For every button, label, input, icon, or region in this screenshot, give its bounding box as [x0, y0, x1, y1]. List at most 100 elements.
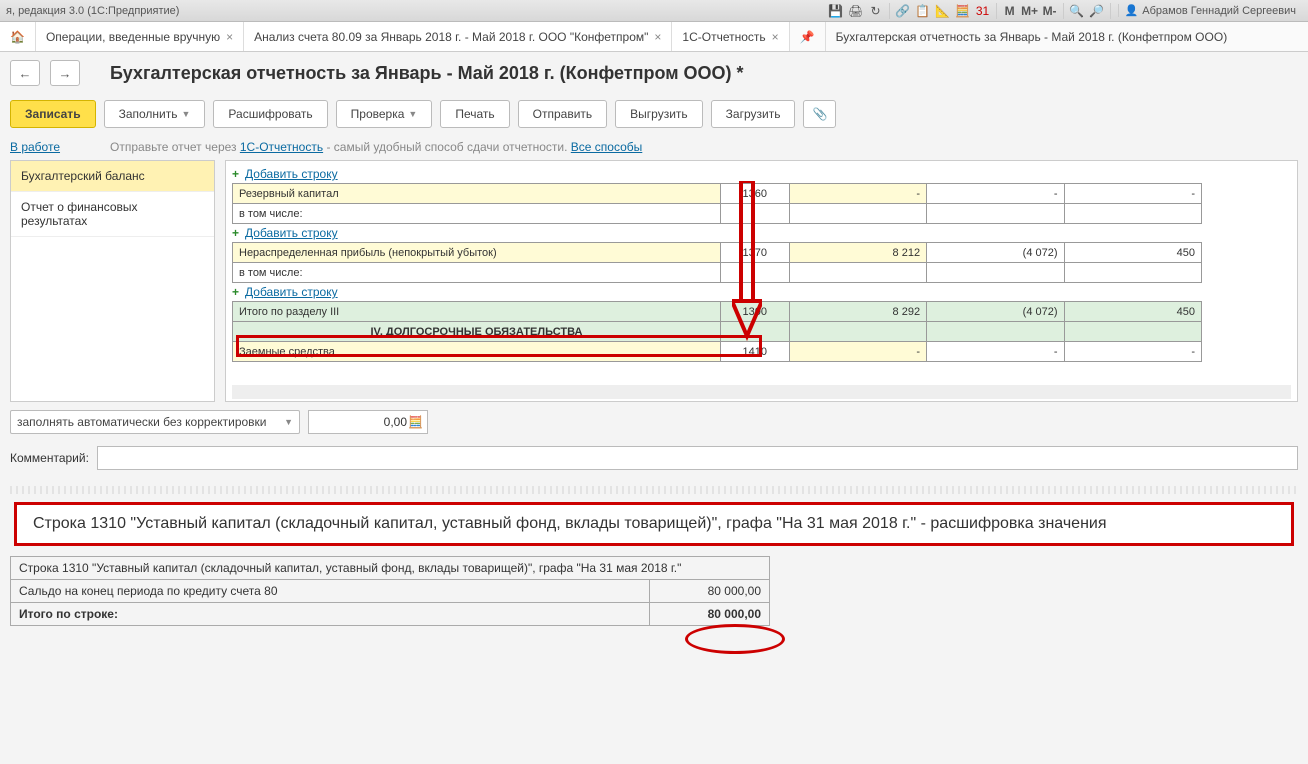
zoom-tool-icon[interactable]: 🔎 — [1088, 2, 1106, 20]
row-val: 450 — [1064, 243, 1201, 263]
close-icon[interactable]: × — [654, 30, 661, 44]
table-row: в том числе: — [233, 263, 1202, 283]
tab-analysis[interactable]: Анализ счета 80.09 за Январь 2018 г. - М… — [244, 22, 672, 51]
upload-button[interactable]: Выгрузить — [615, 100, 703, 128]
horizontal-scrollbar[interactable] — [232, 385, 1291, 399]
value-input[interactable]: 0,00 🧮 — [308, 410, 428, 434]
table-row: Итого по строке: 80 000,00 — [11, 603, 770, 626]
refresh-icon[interactable]: ↻ — [867, 2, 885, 20]
breakdown-header: Строка 1310 "Уставный капитал (складочны… — [11, 557, 770, 580]
home-icon: 🏠 — [10, 30, 25, 44]
chevron-down-icon: ▼ — [284, 417, 293, 427]
btn-label: Выгрузить — [630, 107, 688, 121]
calculator-icon[interactable]: 🧮 — [954, 2, 972, 20]
row-val: - — [927, 342, 1064, 362]
row-val[interactable]: - — [789, 342, 926, 362]
table-row-total[interactable]: Итого по разделу III 1300 8 292 (4 072) … — [233, 302, 1202, 322]
app-titlebar: я, редакция 3.0 (1С:Предприятие) 💾 🖨 ↻ 🔗… — [0, 0, 1308, 22]
attach-button[interactable]: 📎 — [803, 100, 836, 128]
back-button[interactable]: ← — [10, 60, 40, 86]
add-row-link-3[interactable]: +Добавить строку — [232, 285, 1291, 299]
plus-icon: + — [232, 285, 239, 299]
print-icon[interactable]: 🖨 — [847, 2, 865, 20]
home-tab[interactable]: 🏠 — [0, 22, 36, 51]
link-icon[interactable]: 🔗 — [894, 2, 912, 20]
pin-tab[interactable]: 📌 — [790, 22, 826, 51]
tab-accounting-report[interactable]: Бухгалтерская отчетность за Январь - Май… — [826, 22, 1308, 51]
footer-controls: заполнять автоматически без корректировк… — [10, 402, 1298, 442]
add-row-link-1[interactable]: +Добавить строку — [232, 167, 1291, 181]
status-link[interactable]: В работе — [10, 140, 60, 154]
table-row[interactable]: Резервный капитал 1360 - - - — [233, 184, 1202, 204]
table-row[interactable]: Нераспределенная прибыль (непокрытый убы… — [233, 243, 1202, 263]
breakdown-title: Строка 1310 "Уставный капитал (складочны… — [33, 515, 1107, 532]
btn-label: Записать — [25, 107, 81, 121]
row-code: 1300 — [720, 302, 789, 322]
report-sections-list: Бухгалтерский баланс Отчет о финансовых … — [10, 160, 215, 402]
close-icon[interactable]: × — [772, 30, 779, 44]
annotation-ellipse — [685, 624, 785, 654]
row-code: 1410 — [720, 342, 789, 362]
user-icon: 👤 — [1125, 4, 1139, 17]
row-name[interactable]: Резервный капитал — [233, 184, 721, 204]
row-name[interactable]: Заемные средства — [233, 342, 721, 362]
decode-button[interactable]: Расшифровать — [213, 100, 327, 128]
forward-button[interactable]: → — [50, 60, 80, 86]
comment-label: Комментарий: — [10, 451, 89, 465]
zoom-in-icon[interactable]: 🔍 — [1068, 2, 1086, 20]
tab-label: Операции, введенные вручную — [46, 30, 220, 44]
add-row-link-2[interactable]: +Добавить строку — [232, 226, 1291, 240]
breakdown-value: 80 000,00 — [650, 580, 770, 603]
check-button[interactable]: Проверка▼ — [336, 100, 433, 128]
row-sub: в том числе: — [233, 204, 721, 224]
row-val[interactable]: 8 212 — [789, 243, 926, 263]
balance-table: Итого по разделу III 1300 8 292 (4 072) … — [232, 301, 1202, 362]
hint-link-all[interactable]: Все способы — [571, 140, 643, 154]
section-balance[interactable]: Бухгалтерский баланс — [11, 161, 214, 192]
section-finresults[interactable]: Отчет о финансовых результатах — [11, 192, 214, 237]
splitter[interactable] — [10, 486, 1298, 494]
zoom-mminus-icon[interactable]: M- — [1041, 2, 1059, 20]
txt: - самый удобный способ сдачи отчетности. — [323, 140, 571, 154]
fill-button[interactable]: Заполнить▼ — [104, 100, 206, 128]
breakdown-label: Итого по строке: — [11, 603, 650, 626]
zoom-mplus-icon[interactable]: M+ — [1021, 2, 1039, 20]
close-icon[interactable]: × — [226, 30, 233, 44]
add-row-label: Добавить строку — [245, 167, 338, 181]
send-button[interactable]: Отправить — [518, 100, 608, 128]
comment-input[interactable] — [97, 446, 1298, 470]
row-val: (4 072) — [927, 243, 1064, 263]
tab-label: Анализ счета 80.09 за Январь 2018 г. - М… — [254, 30, 648, 44]
plus-icon: + — [232, 226, 239, 240]
ruler-icon[interactable]: 📐 — [934, 2, 952, 20]
row-val[interactable]: - — [789, 184, 926, 204]
btn-label: Печать — [455, 107, 494, 121]
row-val: - — [1064, 184, 1201, 204]
zoom-m-icon[interactable]: M — [1001, 2, 1019, 20]
fill-mode-select[interactable]: заполнять автоматически без корректировк… — [10, 410, 300, 434]
save-button[interactable]: Записать — [10, 100, 96, 128]
table-row-section: IV. ДОЛГОСРОЧНЫЕ ОБЯЗАТЕЛЬСТВА — [233, 322, 1202, 342]
table-row: Строка 1310 "Уставный капитал (складочны… — [11, 557, 770, 580]
hint-link-1c[interactable]: 1С-Отчетность — [240, 140, 323, 154]
copy-icon[interactable]: 📋 — [914, 2, 932, 20]
tab-operations[interactable]: Операции, введенные вручную × — [36, 22, 244, 51]
nav-row: ← → Бухгалтерская отчетность за Январь -… — [10, 52, 1298, 94]
table-row[interactable]: Заемные средства 1410 - - - — [233, 342, 1202, 362]
user-menu[interactable]: 👤 Абрамов Геннадий Сергеевич — [1118, 4, 1302, 17]
row-name: Итого по разделу III — [233, 302, 721, 322]
page-title: Бухгалтерская отчетность за Январь - Май… — [90, 63, 744, 84]
calendar-icon[interactable]: 31 — [974, 2, 992, 20]
tab-1c-reporting[interactable]: 1С-Отчетность × — [672, 22, 789, 51]
load-button[interactable]: Загрузить — [711, 100, 796, 128]
row-name[interactable]: Нераспределенная прибыль (непокрытый убы… — [233, 243, 721, 263]
breakdown-table: Строка 1310 "Уставный капитал (складочны… — [10, 556, 770, 626]
btn-label: Проверка — [351, 107, 405, 121]
save-file-icon[interactable]: 💾 — [827, 2, 845, 20]
input-value: 0,00 — [384, 415, 407, 429]
tab-label: 1С-Отчетность — [682, 30, 765, 44]
btn-label: Отправить — [533, 107, 593, 121]
print-button[interactable]: Печать — [440, 100, 509, 128]
calculator-icon[interactable]: 🧮 — [408, 415, 423, 429]
hint-text: Отправьте отчет через 1С-Отчетность - са… — [110, 140, 642, 154]
